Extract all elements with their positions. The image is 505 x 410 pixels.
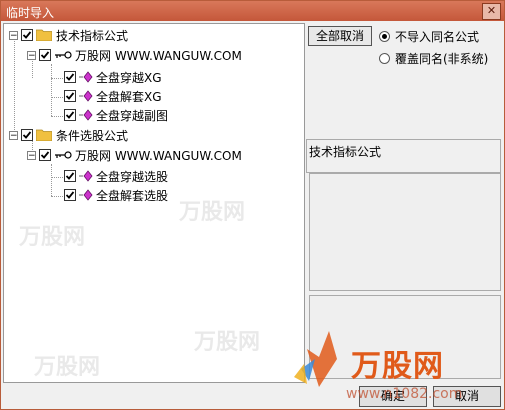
node-checkbox[interactable] xyxy=(64,90,76,102)
window-title: 临时导入 xyxy=(6,6,55,20)
node-label: 万股网 WWW.WANGUW.COM xyxy=(75,48,242,63)
folder-icon xyxy=(36,29,52,41)
section-label: 技术指标公式 xyxy=(309,145,382,159)
radio-label: 不导入同名公式 xyxy=(395,30,480,44)
radio-label: 覆盖同名(非系统) xyxy=(395,52,489,66)
description-box xyxy=(309,173,501,291)
key-icon xyxy=(55,51,72,59)
close-button[interactable]: ✕ xyxy=(482,3,501,20)
node-label: 条件选股公式 xyxy=(56,128,129,143)
title-bar[interactable]: 临时导入 ✕ xyxy=(1,1,504,21)
radio-button[interactable] xyxy=(379,53,390,64)
node-checkbox[interactable] xyxy=(64,109,76,121)
formula-icon xyxy=(79,71,93,83)
formula-icon xyxy=(79,109,93,121)
node-label: 技术指标公式 xyxy=(56,28,129,43)
watermark-logo: 万股网 xyxy=(34,355,101,380)
node-label: 全盘穿越选股 xyxy=(96,169,169,184)
import-dialog: 临时导入 ✕ 万股网 万股网 万股网 万股网 − 技术指标公式 − 万股网 WW… xyxy=(0,0,505,410)
tree-node-folder[interactable]: − 条件选股公式 xyxy=(9,126,128,144)
collapse-toggle[interactable]: − xyxy=(9,30,18,40)
brand-name: 万股网 xyxy=(351,349,444,384)
collapse-toggle[interactable]: − xyxy=(27,150,36,160)
radio-skip-duplicates[interactable]: 不导入同名公式 xyxy=(379,28,479,45)
brand-url: www.n1082.com xyxy=(346,386,463,402)
node-checkbox[interactable] xyxy=(21,129,33,141)
formula-tree[interactable]: 万股网 万股网 万股网 万股网 − 技术指标公式 − 万股网 WWW.WANGU… xyxy=(3,23,305,383)
watermark-logo: 万股网 xyxy=(19,225,86,250)
tree-node-formula[interactable]: 全盘解套XG xyxy=(64,87,162,105)
options-pane: 全部取消 不导入同名公式 覆盖同名(非系统) 技术指标公式 xyxy=(306,23,501,381)
node-label: 万股网 WWW.WANGUW.COM xyxy=(75,148,242,163)
key-icon xyxy=(55,151,72,159)
tree-node-group[interactable]: − 万股网 WWW.WANGUW.COM xyxy=(27,46,242,64)
collapse-toggle[interactable]: − xyxy=(9,130,18,140)
node-checkbox[interactable] xyxy=(64,71,76,83)
tree-node-folder[interactable]: − 技术指标公式 xyxy=(9,26,128,44)
tree-node-formula[interactable]: 全盘穿越选股 xyxy=(64,167,168,185)
node-label: 全盘穿越副图 xyxy=(96,108,169,123)
tree-node-formula[interactable]: 全盘穿越副图 xyxy=(64,106,168,124)
folder-icon xyxy=(36,129,52,141)
tree-node-formula[interactable]: 全盘穿越XG xyxy=(64,68,162,86)
node-checkbox[interactable] xyxy=(39,149,51,161)
node-label: 全盘穿越XG xyxy=(96,70,162,85)
node-checkbox[interactable] xyxy=(64,189,76,201)
collapse-toggle[interactable]: − xyxy=(27,50,36,60)
formula-icon xyxy=(79,189,93,201)
close-icon: ✕ xyxy=(486,4,497,17)
radio-button[interactable] xyxy=(379,31,390,42)
radio-overwrite-duplicates[interactable]: 覆盖同名(非系统) xyxy=(379,50,488,67)
formula-icon xyxy=(79,90,93,102)
node-checkbox[interactable] xyxy=(39,49,51,61)
tree-node-formula[interactable]: 全盘解套选股 xyxy=(64,186,168,204)
node-label: 全盘解套XG xyxy=(96,89,162,104)
watermark-logo: 万股网 xyxy=(194,330,261,355)
cancel-all-button[interactable]: 全部取消 xyxy=(308,26,372,46)
formula-icon xyxy=(79,170,93,182)
tree-node-group[interactable]: − 万股网 WWW.WANGUW.COM xyxy=(27,146,242,164)
node-label: 全盘解套选股 xyxy=(96,188,169,203)
watermark-logo: 万股网 xyxy=(179,200,246,225)
node-checkbox[interactable] xyxy=(21,29,33,41)
node-checkbox[interactable] xyxy=(64,170,76,182)
